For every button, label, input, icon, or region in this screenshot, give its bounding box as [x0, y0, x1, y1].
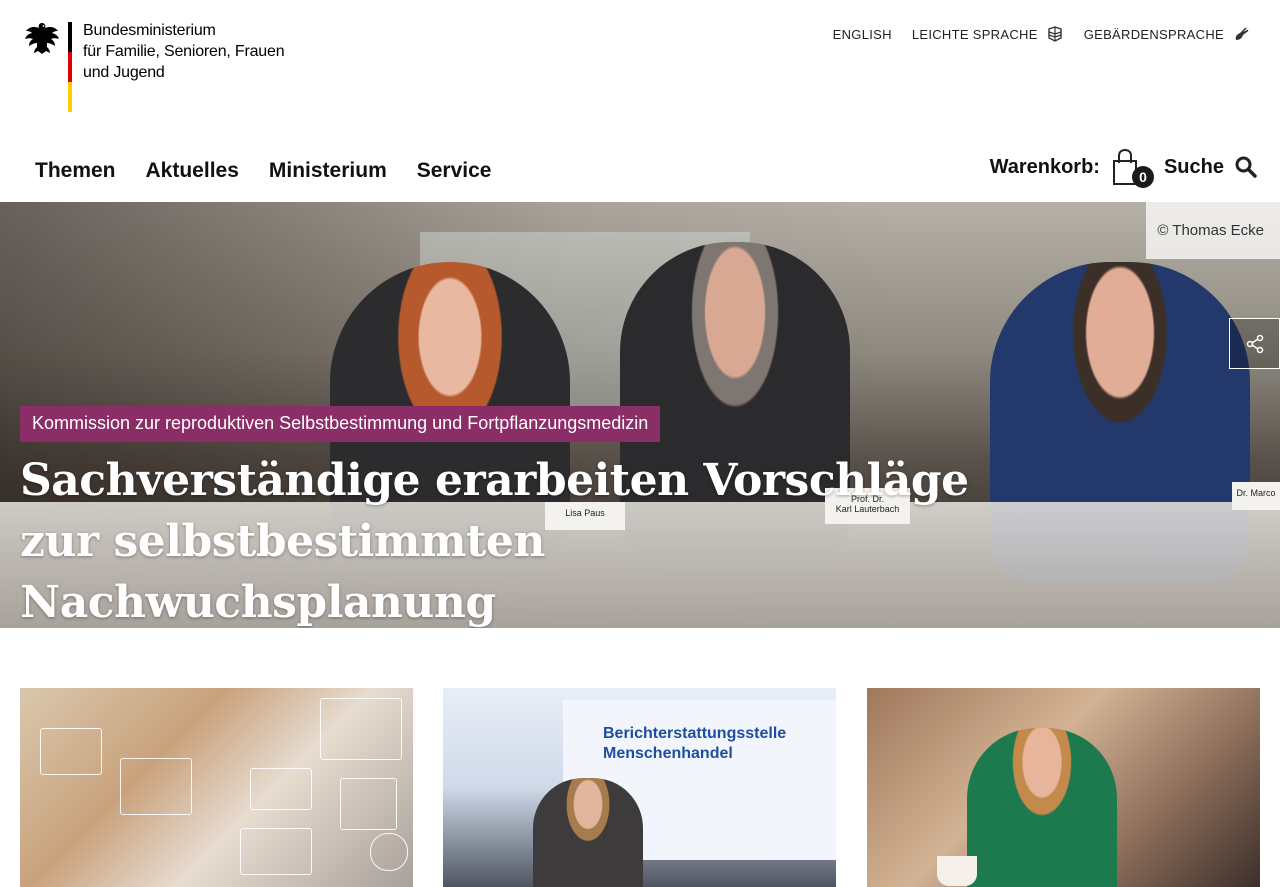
nameplate-marco: Dr. Marco — [1232, 482, 1280, 510]
search-icon — [1235, 156, 1257, 178]
leichte-sprache-label: LEICHTE SPRACHE — [911, 26, 1038, 42]
card-graphic — [250, 768, 312, 810]
card-graphic — [370, 833, 408, 871]
federal-eagle-icon — [25, 23, 59, 54]
search-label: Suche — [1163, 155, 1224, 178]
teaser-card-digital[interactable] — [20, 688, 413, 887]
shopping-bag-icon: 0 — [1110, 148, 1154, 188]
logo-text: Bundesministerium für Familie, Senioren,… — [83, 20, 303, 83]
nav-item-ministerium[interactable]: Ministerium — [254, 155, 402, 187]
gebaerdensprache-label: GEBÄRDENSPRACHE — [1083, 26, 1224, 42]
card-graphic — [320, 698, 402, 760]
logo-line-2: für Familie, Senioren, Frauen — [83, 43, 285, 60]
leichte-sprache-link[interactable]: LEICHTE SPRACHE — [912, 25, 1064, 43]
language-links: ENGLISH LEICHTE SPRACHE GEBÄRDENSPRACHE — [833, 25, 1250, 43]
hero-kicker: Kommission zur reproduktiven Selbstbesti… — [20, 406, 661, 442]
hero-headline[interactable]: Sachverständige erarbeiten Vorschläge zu… — [20, 450, 980, 628]
gebaerdensprache-link[interactable]: GEBÄRDENSPRACHE — [1084, 25, 1250, 43]
photo-credit: © Thomas Ecke — [1146, 202, 1280, 259]
easy-language-icon — [1047, 26, 1062, 42]
card-graphic — [240, 828, 312, 875]
english-link[interactable]: ENGLISH — [833, 27, 892, 42]
flag-bar — [68, 22, 72, 112]
cart-button[interactable]: Warenkorb: 0 — [989, 148, 1154, 188]
screen-text: Berichterstattungsstelle Menschenhandel — [603, 725, 787, 762]
cart-label: Warenkorb: — [989, 155, 1100, 178]
utility-navigation: Warenkorb: 0 Suche — [989, 148, 1258, 188]
cup-figure — [937, 856, 977, 886]
teaser-card-menschenhandel[interactable]: Berichterstattungsstelle Menschenhandel — [443, 688, 836, 887]
speaker-figure — [533, 778, 643, 887]
ministry-logo[interactable]: Bundesministerium für Familie, Senioren,… — [24, 20, 285, 112]
card-graphic — [340, 778, 397, 830]
site-header: Bundesministerium für Familie, Senioren,… — [0, 0, 1280, 202]
search-button[interactable]: Suche — [1164, 155, 1258, 179]
nav-item-aktuelles[interactable]: Aktuelles — [131, 155, 254, 187]
hero-teaser[interactable]: Lisa Paus Prof. Dr. Karl Lauterbach Dr. … — [0, 202, 1280, 628]
english-label: ENGLISH — [832, 26, 892, 42]
card-graphic — [40, 728, 102, 775]
share-button[interactable] — [1229, 318, 1280, 369]
nav-item-service[interactable]: Service — [402, 155, 507, 187]
cart-count-badge: 0 — [1131, 166, 1154, 188]
nav-item-themen[interactable]: Themen — [20, 155, 131, 187]
person-figure — [967, 728, 1117, 887]
card-graphic — [120, 758, 192, 815]
share-icon — [1246, 334, 1263, 353]
logo-line-3: und Jugend — [83, 64, 165, 81]
teaser-card-cafe[interactable] — [867, 688, 1260, 887]
logo-line-1: Bundesministerium — [83, 22, 216, 39]
sign-language-icon — [1235, 27, 1249, 40]
main-navigation: Themen Aktuelles Ministerium Service — [20, 155, 506, 187]
